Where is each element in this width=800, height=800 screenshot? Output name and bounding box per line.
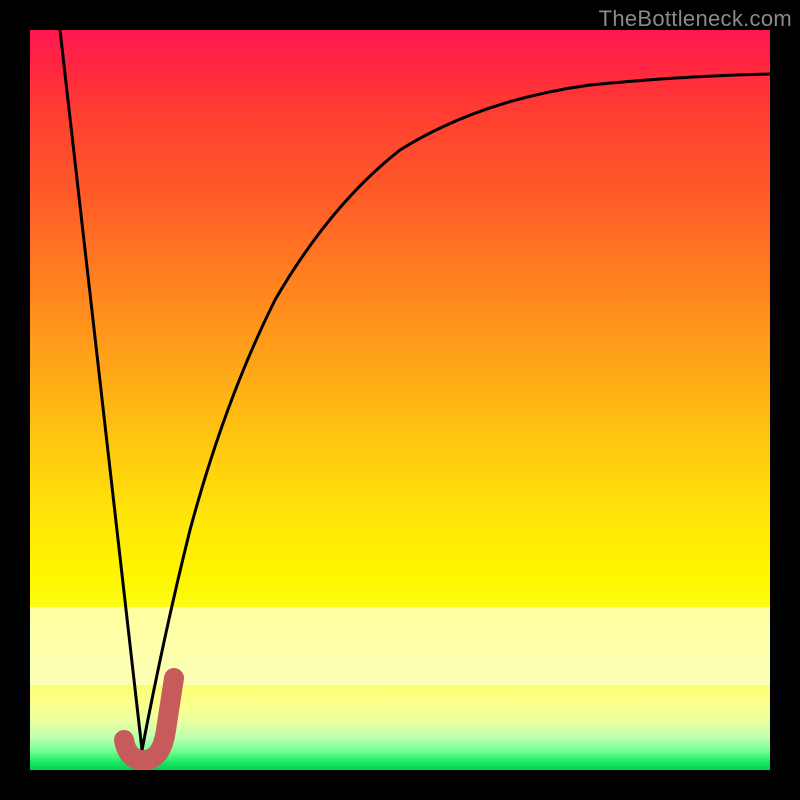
minimum-J-marker (124, 678, 174, 760)
watermark-text: TheBottleneck.com (599, 6, 792, 32)
minimum-marker-layer (30, 30, 770, 770)
chart-frame: TheBottleneck.com (0, 0, 800, 800)
